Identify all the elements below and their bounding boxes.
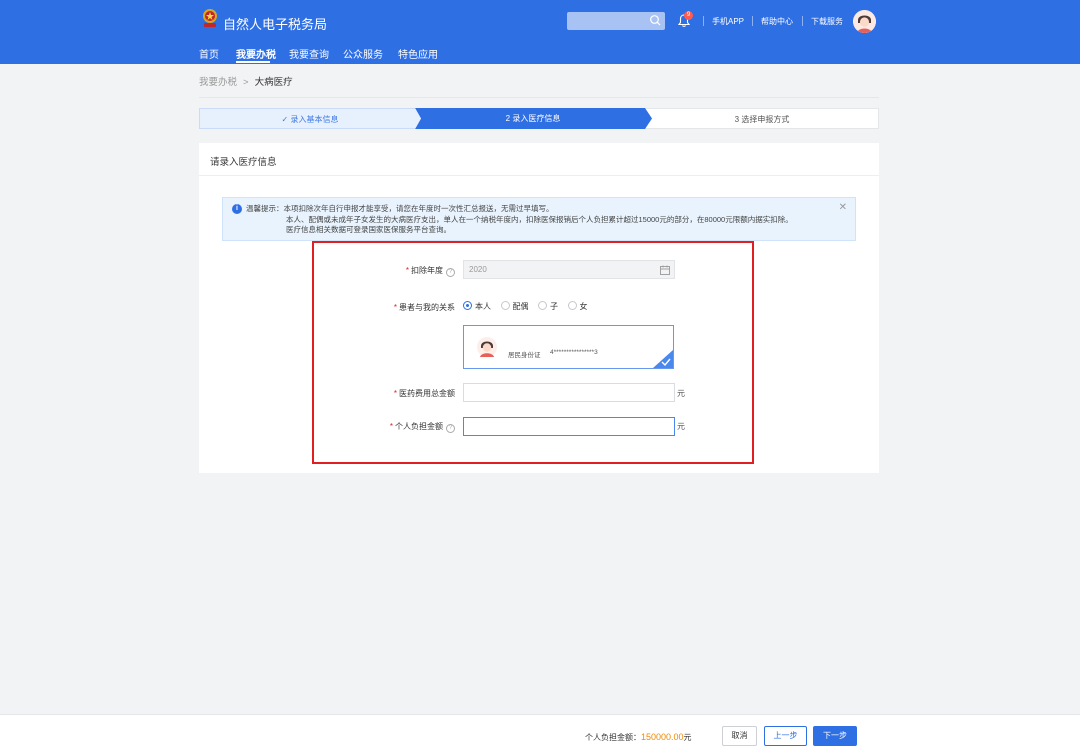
- tip-line: 温馨提示：本项扣除次年自行申报才能享受，请您在年度时一次性汇总报送，无需过早填写…: [246, 204, 554, 213]
- cancel-button[interactable]: 取消: [722, 726, 757, 746]
- medical-info-panel: 请录入医疗信息 i 温馨提示：本项扣除次年自行申报才能享受，请您在年度时一次性汇…: [199, 143, 879, 473]
- divider: [802, 16, 803, 26]
- mobile-app-link[interactable]: 手机APP: [712, 16, 744, 27]
- divider: [752, 16, 753, 26]
- breadcrumb-parent[interactable]: 我要办税: [199, 77, 237, 88]
- summary-unit: 元: [683, 733, 692, 742]
- summary: 个人负担金额：150000.00元: [585, 732, 692, 743]
- top-header: 自然人电子税务局 9 手机APP 帮助中心 下载服务 首页 我要办税 我要查询 …: [0, 0, 1080, 64]
- relation-label: * 患者与我的关系: [393, 303, 455, 312]
- breadcrumb: 我要办税 > 大病医疗: [199, 74, 293, 88]
- chevron-right-icon: >: [243, 77, 249, 88]
- footer-bar: 个人负担金额：150000.00元 取消 上一步 下一步: [0, 714, 1080, 747]
- tip-text: 温馨提示：本项扣除次年自行申报才能享受，请您在年度时一次性汇总报送，无需过早填写…: [246, 204, 793, 236]
- search-icon[interactable]: [649, 14, 662, 27]
- notification-badge: 9: [684, 11, 693, 20]
- step-arrow-icon: [415, 108, 421, 129]
- unit-label: 元: [677, 389, 685, 398]
- prev-step-button[interactable]: 上一步: [764, 726, 807, 746]
- info-icon: i: [232, 204, 242, 214]
- radio-daughter[interactable]: 女: [567, 301, 588, 312]
- download-link[interactable]: 下载服务: [811, 16, 843, 27]
- radio-self[interactable]: 本人: [463, 301, 491, 312]
- next-step-button[interactable]: 下一步: [813, 726, 857, 746]
- calendar-icon[interactable]: [660, 265, 670, 275]
- search-input[interactable]: [567, 12, 665, 30]
- nav-active-indicator: [236, 61, 270, 63]
- year-label: * 扣除年度?: [349, 265, 455, 277]
- nav-file-tax[interactable]: 我要办税: [236, 46, 276, 61]
- close-icon[interactable]: ✕: [839, 202, 847, 213]
- app-title: 自然人电子税务局: [223, 17, 328, 32]
- tip-line: 医疗信息相关数据可登录国家医保服务平台查询。: [286, 225, 451, 234]
- step-declare-method: 3 选择申报方式: [645, 108, 879, 129]
- breadcrumb-current: 大病医疗: [254, 77, 293, 88]
- year-field[interactable]: 2020: [463, 260, 675, 279]
- step-progress: ✓ 录入基本信息 3 选择申报方式 2 录入医疗信息: [199, 108, 879, 129]
- help-icon[interactable]: ?: [446, 424, 455, 433]
- radio-spouse[interactable]: 配偶: [500, 301, 529, 312]
- nav-query[interactable]: 我要查询: [289, 46, 329, 61]
- summary-amount: 150000.00: [641, 732, 684, 742]
- total-amount-label: * 医药费用总金额: [393, 389, 455, 398]
- relation-radio-group: 本人 配偶 子 女: [463, 301, 595, 312]
- tip-banner: i 温馨提示：本项扣除次年自行申报才能享受，请您在年度时一次性汇总报送，无需过早…: [222, 197, 856, 241]
- personal-amount-label: * 个人负担金额?: [349, 421, 455, 433]
- summary-label: 个人负担金额：: [585, 733, 641, 742]
- divider: [703, 16, 704, 26]
- tip-line: 本人、配偶或未成年子女发生的大病医疗支出，单人在一个纳税年度内，扣除医保报销后个…: [286, 214, 793, 224]
- tax-emblem-icon: [203, 9, 217, 27]
- radio-son[interactable]: 子: [538, 301, 558, 312]
- total-amount-input[interactable]: [463, 383, 675, 402]
- help-center-link[interactable]: 帮助中心: [761, 16, 793, 27]
- panel-title: 请录入医疗信息: [210, 157, 277, 168]
- step-medical-info: 2 录入医疗信息: [421, 108, 645, 129]
- user-face-icon: [853, 10, 876, 33]
- personal-amount-input[interactable]: [463, 417, 675, 436]
- user-avatar[interactable]: [853, 10, 876, 33]
- nav-home[interactable]: 首页: [199, 46, 219, 61]
- id-number: 4****************3: [550, 349, 598, 356]
- unit-label: 元: [677, 422, 685, 431]
- nav-special-apps[interactable]: 特色应用: [398, 46, 438, 61]
- selected-check-icon: [653, 350, 673, 368]
- step-basic-info: ✓ 录入基本信息: [199, 108, 421, 129]
- divider: [199, 175, 879, 176]
- person-avatar-icon: [477, 337, 497, 357]
- divider: [199, 97, 879, 98]
- nav-public-service[interactable]: 公众服务: [343, 46, 383, 61]
- id-type: 居民身份证: [508, 352, 541, 359]
- step-arrow-icon: [645, 108, 652, 129]
- person-card[interactable]: 居民身份证 4****************3: [463, 325, 674, 369]
- help-icon[interactable]: ?: [446, 268, 455, 277]
